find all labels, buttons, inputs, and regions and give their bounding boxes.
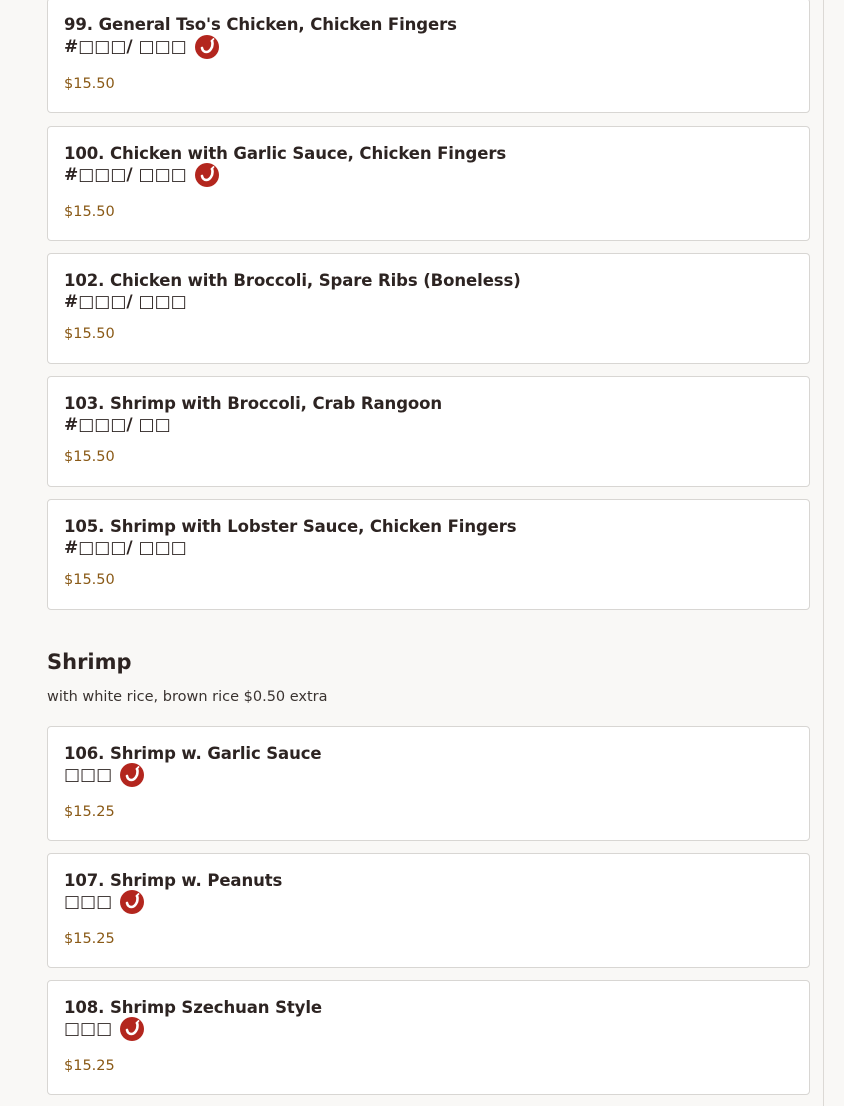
- menu-item-card[interactable]: 106. Shrimp w. Garlic Sauce □□□ $15.25: [47, 726, 810, 841]
- menu-item-chinese-name: #□□□/ □□□: [64, 538, 187, 558]
- menu-item-card[interactable]: 103. Shrimp with Broccoli, Crab Rangoon …: [47, 376, 810, 487]
- menu-item-title: 107. Shrimp w. Peanuts: [64, 871, 283, 890]
- scrollbar-track[interactable]: [823, 0, 824, 1106]
- menu-item-price: $15.50: [64, 572, 115, 588]
- menu-item-title: 106. Shrimp w. Garlic Sauce: [64, 744, 322, 763]
- menu-item-card[interactable]: 105. Shrimp with Lobster Sauce, Chicken …: [47, 499, 810, 610]
- menu-item-chinese-name: #□□□/ □□□: [64, 35, 219, 59]
- menu-item-card[interactable]: 100. Chicken with Garlic Sauce, Chicken …: [47, 126, 810, 241]
- menu-item-title: 105. Shrimp with Lobster Sauce, Chicken …: [64, 517, 517, 536]
- menu-item-card[interactable]: 108. Shrimp Szechuan Style □□□ $15.25: [47, 980, 810, 1095]
- menu-item-price: $15.25: [64, 1058, 115, 1074]
- menu-item-price: $15.50: [64, 449, 115, 465]
- menu-item-chinese-name: #□□□/ □□□: [64, 163, 219, 187]
- menu-item-price: $15.50: [64, 76, 115, 92]
- menu-item-chinese-name: □□□: [64, 890, 145, 914]
- menu-item-price: $15.50: [64, 204, 115, 220]
- menu-item-card[interactable]: 107. Shrimp w. Peanuts □□□ $15.25: [47, 853, 810, 968]
- menu-item-price: $15.25: [64, 931, 115, 947]
- chili-pepper-icon: [120, 1017, 145, 1041]
- menu-item-chinese-name: #□□□/ □□□: [64, 292, 187, 312]
- chili-pepper-icon: [120, 890, 145, 914]
- menu-item-price: $15.25: [64, 804, 115, 820]
- chili-pepper-icon: [194, 35, 219, 59]
- menu-item-chinese-name: #□□□/ □□: [64, 415, 171, 435]
- menu-item-price: $15.50: [64, 326, 115, 342]
- menu-item-title: 102. Chicken with Broccoli, Spare Ribs (…: [64, 271, 521, 290]
- chili-pepper-icon: [120, 763, 145, 787]
- menu-item-chinese-name: □□□: [64, 763, 145, 787]
- menu-item-card[interactable]: 99. General Tso's Chicken, Chicken Finge…: [47, 0, 810, 113]
- menu-item-title: 100. Chicken with Garlic Sauce, Chicken …: [64, 144, 507, 163]
- menu-item-chinese-name: □□□: [64, 1017, 145, 1041]
- menu-item-title: 103. Shrimp with Broccoli, Crab Rangoon: [64, 394, 443, 413]
- menu-item-title: 99. General Tso's Chicken, Chicken Finge…: [64, 15, 457, 34]
- menu-item-card[interactable]: 102. Chicken with Broccoli, Spare Ribs (…: [47, 253, 810, 364]
- chili-pepper-icon: [194, 163, 219, 187]
- menu-item-title: 108. Shrimp Szechuan Style: [64, 998, 322, 1017]
- section-title: Shrimp: [47, 650, 132, 674]
- section-description: with white rice, brown rice $0.50 extra: [47, 689, 328, 705]
